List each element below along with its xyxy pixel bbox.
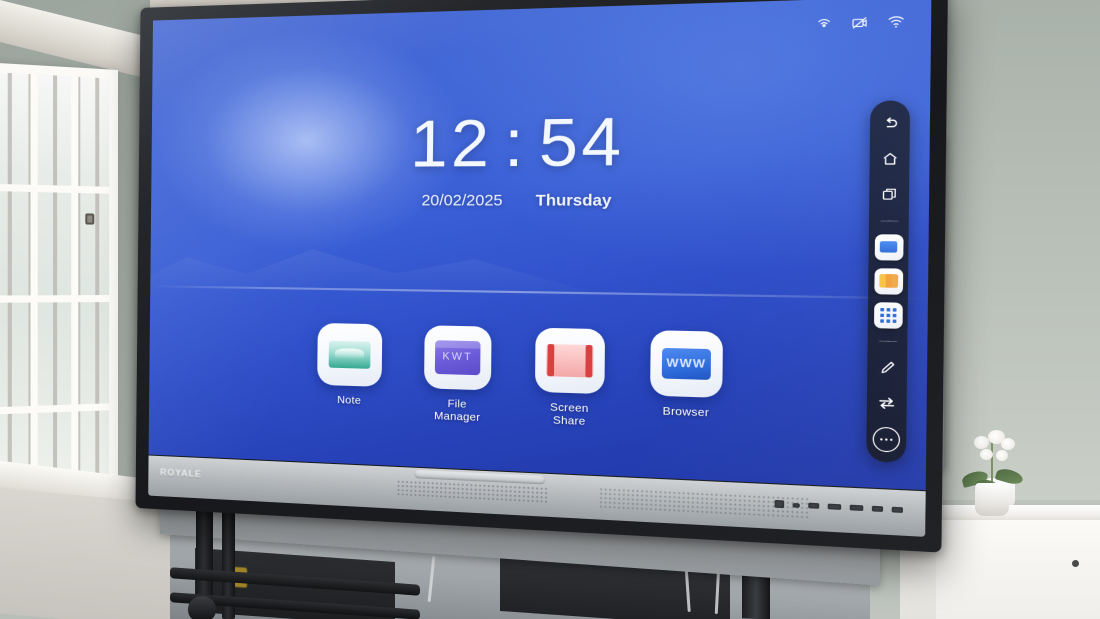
app-screen-share-tile[interactable] — [534, 327, 606, 394]
display-bezel: 12:54 20/02/2025 Thursday Note KWT File … — [135, 0, 949, 553]
app-browser[interactable]: WWW Browser — [650, 329, 723, 433]
source-switch-button[interactable] — [872, 389, 902, 417]
port-square[interactable] — [774, 499, 785, 509]
clock-time: 12:54 — [151, 104, 930, 182]
clock-widget: 12:54 20/02/2025 Thursday — [151, 105, 930, 211]
all-apps-shortcut[interactable] — [873, 302, 903, 329]
annotate-button[interactable] — [872, 354, 902, 382]
orchid-pot — [975, 483, 1009, 516]
toolbar-separator-bottom: —·— — [879, 337, 896, 346]
hotspot-icon[interactable] — [815, 15, 833, 32]
toolbar-separator-top: —·— — [880, 217, 898, 226]
home-button[interactable] — [874, 146, 904, 173]
palette-icon — [878, 274, 898, 289]
back-button[interactable] — [875, 110, 905, 138]
stand-caster — [188, 596, 216, 619]
more-button[interactable] — [872, 426, 901, 453]
port-usb[interactable] — [808, 502, 820, 509]
app-file-manager[interactable]: KWT File Manager — [424, 324, 492, 424]
palette-shortcut[interactable] — [873, 268, 903, 295]
port-usb[interactable] — [871, 505, 884, 512]
port-usb-c[interactable] — [792, 502, 800, 508]
orchid-flower — [996, 450, 1008, 461]
clock-weekday: Thursday — [535, 191, 612, 211]
app-dock: Note KWT File Manager Screen Share WWW B… — [149, 319, 927, 441]
app-note-tile[interactable] — [317, 322, 383, 387]
app-browser-tile[interactable]: WWW — [650, 329, 723, 398]
status-bar — [815, 13, 906, 32]
app-note[interactable]: Note — [317, 322, 383, 420]
room-scene: 12:54 20/02/2025 Thursday Note KWT File … — [0, 0, 1100, 619]
note-icon — [328, 340, 371, 369]
app-browser-label: Browser — [662, 404, 710, 420]
camera-off-icon[interactable] — [850, 14, 869, 31]
app-file-manager-label: File Manager — [433, 397, 481, 424]
interactive-display: 12:54 20/02/2025 Thursday Note KWT File … — [135, 0, 949, 553]
cabinet-knob[interactable] — [1072, 560, 1079, 567]
clock-date: 20/02/2025 — [421, 191, 503, 211]
app-file-manager-tile[interactable]: KWT — [424, 324, 492, 391]
port-usb[interactable] — [891, 506, 903, 513]
clock-subline: 20/02/2025 Thursday — [151, 192, 929, 211]
app-screen-share[interactable]: Screen Share — [534, 327, 606, 428]
screen-share-icon — [546, 343, 594, 378]
recent-apps-button[interactable] — [874, 181, 904, 208]
clock-minutes: 54 — [538, 104, 625, 182]
orchid-flower — [974, 436, 989, 449]
whiteboard-icon — [879, 241, 898, 254]
orchid-flower — [980, 449, 993, 460]
whiteboard-shortcut[interactable] — [874, 234, 903, 261]
app-note-label: Note — [337, 393, 362, 407]
port-hdmi[interactable] — [827, 503, 842, 510]
side-toolbar: —·— —·— — [866, 100, 911, 463]
clock-separator: : — [503, 106, 528, 182]
browser-icon: WWW — [661, 347, 712, 380]
app-screen-share-label: Screen Share — [549, 400, 589, 428]
app-grid-icon — [879, 307, 896, 323]
brand-logo: ROYALE — [160, 467, 202, 480]
window-glass — [0, 72, 110, 488]
folder-icon: KWT — [434, 339, 481, 375]
orchid-flower — [1001, 438, 1015, 450]
display-screen[interactable]: 12:54 20/02/2025 Thursday Note KWT File … — [148, 0, 932, 491]
clock-hours: 12 — [409, 106, 493, 182]
wifi-icon[interactable] — [886, 13, 906, 31]
window-latch-icon — [85, 213, 95, 225]
cabinet-body — [936, 520, 1100, 619]
window — [0, 62, 118, 498]
port-hdmi[interactable] — [849, 504, 864, 511]
